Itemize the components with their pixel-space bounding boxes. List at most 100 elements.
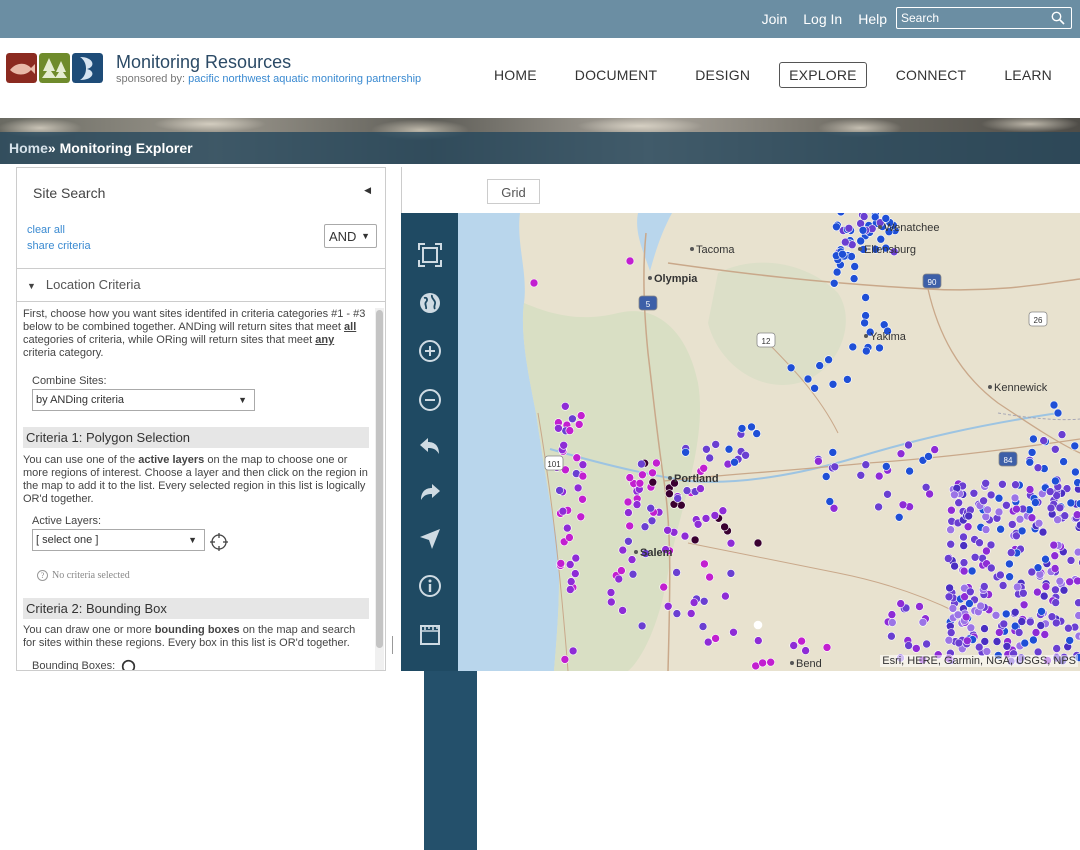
site-marker[interactable] bbox=[1015, 629, 1023, 637]
site-marker[interactable] bbox=[965, 600, 973, 608]
measure-icon[interactable] bbox=[418, 623, 442, 647]
site-marker[interactable] bbox=[624, 537, 632, 545]
site-marker[interactable] bbox=[999, 582, 1007, 590]
site-marker[interactable] bbox=[1051, 586, 1059, 594]
site-marker[interactable] bbox=[673, 610, 681, 618]
forward-arrow-icon[interactable] bbox=[418, 481, 442, 505]
site-marker[interactable] bbox=[884, 490, 892, 498]
site-marker[interactable] bbox=[825, 356, 833, 364]
site-marker[interactable] bbox=[1040, 592, 1048, 600]
site-marker[interactable] bbox=[1011, 494, 1019, 502]
site-marker[interactable] bbox=[912, 644, 920, 652]
site-marker[interactable] bbox=[982, 526, 990, 534]
combine-operator-select[interactable]: AND ▼ bbox=[324, 224, 377, 248]
site-marker[interactable] bbox=[754, 539, 762, 547]
site-marker[interactable] bbox=[561, 402, 569, 410]
tab-grid[interactable]: Grid bbox=[487, 179, 540, 204]
site-marker[interactable] bbox=[1029, 636, 1037, 644]
site-marker[interactable] bbox=[1038, 607, 1046, 615]
site-marker[interactable] bbox=[862, 347, 870, 355]
site-marker[interactable] bbox=[947, 540, 955, 548]
site-marker[interactable] bbox=[727, 569, 735, 577]
site-marker[interactable] bbox=[1026, 618, 1034, 626]
bounding-box-draw-icon[interactable] bbox=[121, 659, 136, 671]
site-marker[interactable] bbox=[887, 632, 895, 640]
map-canvas[interactable]: WenatcheeTacomaOlympiaEllensburgYakimaKe… bbox=[458, 213, 1080, 671]
site-marker[interactable] bbox=[833, 268, 841, 276]
site-marker[interactable] bbox=[970, 489, 978, 497]
site-marker[interactable] bbox=[674, 494, 682, 502]
globe-icon[interactable] bbox=[418, 291, 442, 315]
site-marker[interactable] bbox=[960, 559, 968, 567]
site-marker[interactable] bbox=[923, 640, 931, 648]
site-marker[interactable] bbox=[882, 462, 890, 470]
site-marker[interactable] bbox=[822, 473, 830, 481]
site-marker[interactable] bbox=[574, 484, 582, 492]
site-marker[interactable] bbox=[554, 424, 562, 432]
site-marker[interactable] bbox=[566, 561, 574, 569]
site-marker[interactable] bbox=[1034, 464, 1042, 472]
site-marker[interactable] bbox=[980, 583, 988, 591]
site-marker[interactable] bbox=[1021, 639, 1029, 647]
site-marker[interactable] bbox=[1005, 560, 1013, 568]
share-criteria-link[interactable]: share criteria bbox=[27, 240, 91, 252]
site-marker[interactable] bbox=[1052, 619, 1060, 627]
site-marker[interactable] bbox=[579, 461, 587, 469]
site-marker[interactable] bbox=[1039, 528, 1047, 536]
search-input[interactable] bbox=[901, 10, 1041, 26]
site-marker[interactable] bbox=[946, 584, 954, 592]
site-marker[interactable] bbox=[700, 560, 708, 568]
site-marker[interactable] bbox=[945, 636, 953, 644]
site-marker[interactable] bbox=[993, 638, 1001, 646]
site-marker[interactable] bbox=[748, 423, 756, 431]
site-marker[interactable] bbox=[725, 445, 733, 453]
site-marker[interactable] bbox=[971, 553, 979, 561]
site-marker[interactable] bbox=[897, 600, 905, 608]
collapse-panel-icon[interactable]: ◀ bbox=[364, 185, 371, 196]
nav-home[interactable]: HOME bbox=[485, 63, 546, 87]
site-marker[interactable] bbox=[1018, 527, 1026, 535]
site-marker[interactable] bbox=[967, 624, 975, 632]
site-marker[interactable] bbox=[629, 570, 637, 578]
site-marker[interactable] bbox=[649, 478, 657, 486]
site-marker[interactable] bbox=[862, 312, 870, 320]
logo[interactable] bbox=[6, 53, 103, 83]
site-marker[interactable] bbox=[690, 599, 698, 607]
site-marker[interactable] bbox=[697, 485, 705, 493]
site-marker[interactable] bbox=[579, 495, 587, 503]
site-marker[interactable] bbox=[832, 223, 840, 231]
site-marker[interactable] bbox=[982, 479, 990, 487]
active-layers-select[interactable]: [ select one ] ▼ bbox=[32, 529, 205, 551]
site-marker[interactable] bbox=[607, 589, 615, 597]
site-marker[interactable] bbox=[1008, 520, 1016, 528]
site-marker[interactable] bbox=[829, 380, 837, 388]
site-marker[interactable] bbox=[759, 659, 767, 667]
site-marker[interactable] bbox=[682, 448, 690, 456]
site-marker[interactable] bbox=[1002, 501, 1010, 509]
site-marker[interactable] bbox=[566, 586, 574, 594]
site-marker[interactable] bbox=[947, 629, 955, 637]
site-marker[interactable] bbox=[730, 628, 738, 636]
site-marker[interactable] bbox=[1032, 629, 1040, 637]
site-marker[interactable] bbox=[905, 441, 913, 449]
site-marker[interactable] bbox=[1047, 504, 1055, 512]
site-marker[interactable] bbox=[823, 643, 831, 651]
site-marker[interactable] bbox=[575, 420, 583, 428]
site-marker[interactable] bbox=[704, 638, 712, 646]
site-marker[interactable] bbox=[1035, 519, 1043, 527]
site-marker[interactable] bbox=[919, 618, 927, 626]
site-marker[interactable] bbox=[660, 583, 668, 591]
site-marker[interactable] bbox=[700, 597, 708, 605]
site-marker[interactable] bbox=[652, 459, 660, 467]
site-marker[interactable] bbox=[1066, 578, 1074, 586]
site-marker[interactable] bbox=[1028, 448, 1036, 456]
site-marker[interactable] bbox=[899, 501, 907, 509]
site-marker[interactable] bbox=[955, 499, 963, 507]
site-marker[interactable] bbox=[848, 253, 856, 261]
site-marker[interactable] bbox=[615, 575, 623, 583]
site-marker[interactable] bbox=[1074, 479, 1080, 487]
site-marker[interactable] bbox=[968, 567, 976, 575]
search-icon[interactable] bbox=[1051, 11, 1065, 25]
site-marker[interactable] bbox=[1060, 458, 1068, 466]
site-marker[interactable] bbox=[862, 294, 870, 302]
